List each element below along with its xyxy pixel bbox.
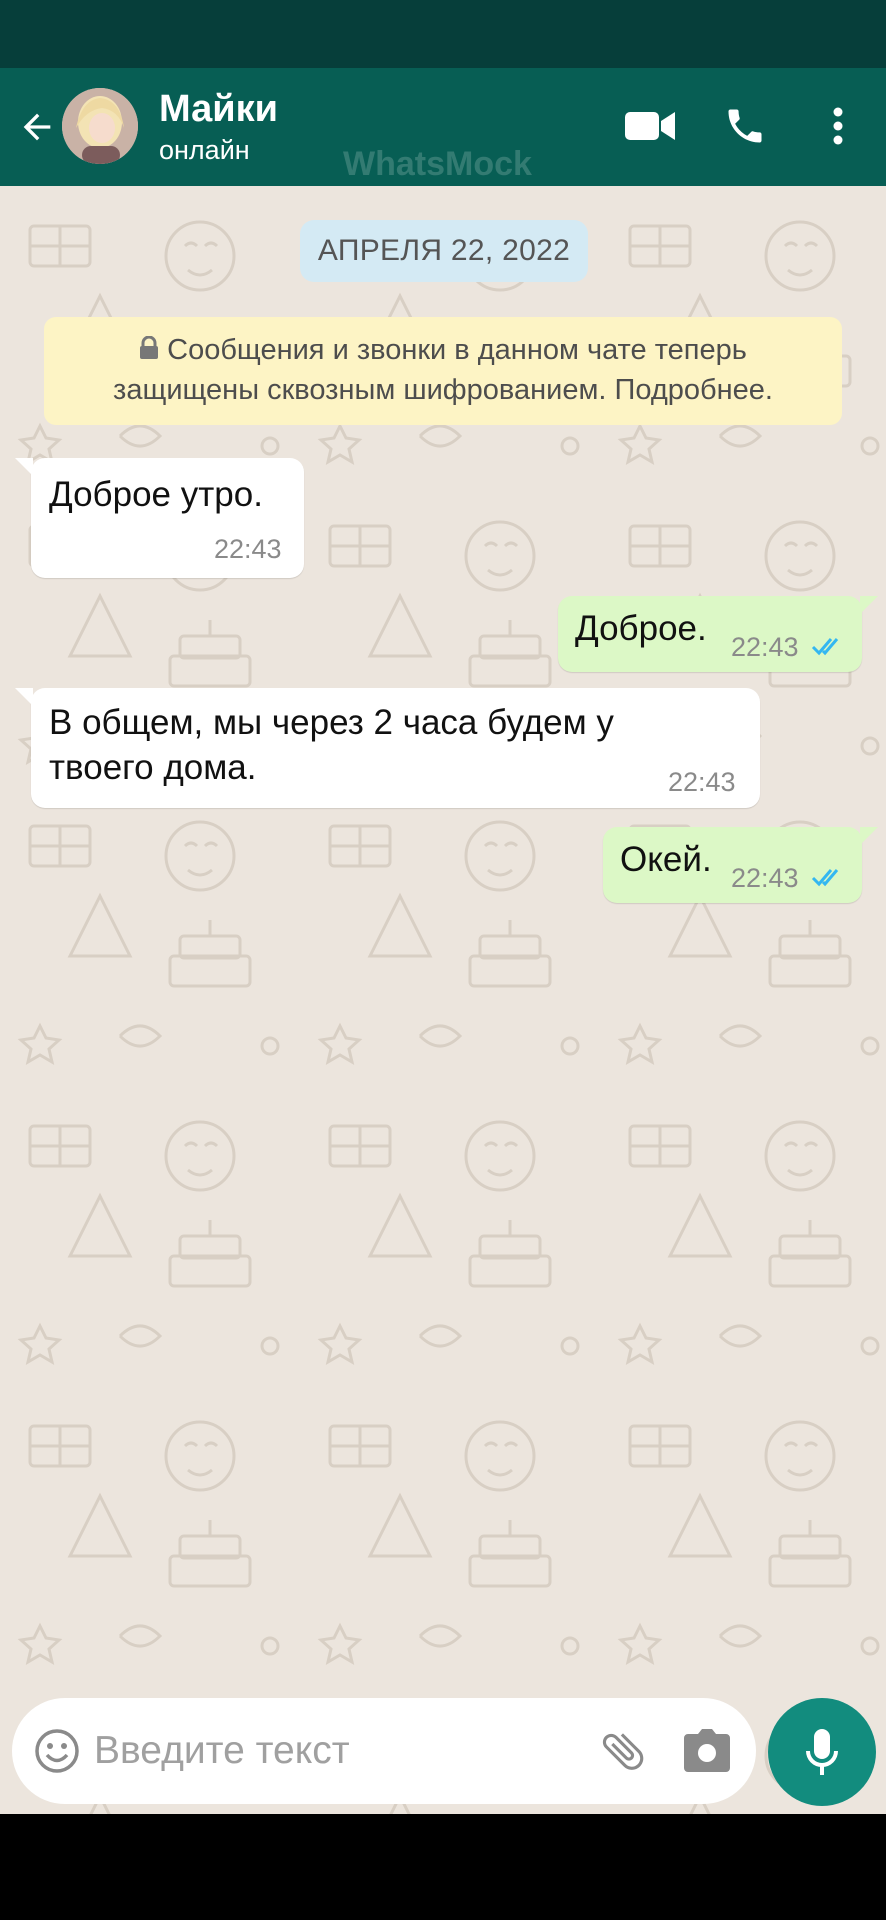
message-line: В общем, мы через 2 часа будем у: [49, 703, 614, 742]
wallpaper-pattern: [0, 186, 886, 1814]
message-text: Доброе утро.: [49, 475, 263, 514]
read-ticks-icon: [811, 869, 839, 887]
message-line: твоего дома.: [49, 748, 257, 787]
message-bubble-incoming[interactable]: Доброе утро. 22:43: [15, 458, 304, 578]
contact-name[interactable]: Майки: [159, 88, 278, 131]
message-composer: [12, 1698, 756, 1804]
attach-icon[interactable]: [598, 1726, 648, 1776]
watermark: WhatsMock: [343, 145, 532, 183]
encryption-notice-line2: защищены сквозным шифрованием. Подробнее…: [113, 374, 773, 406]
emoji-icon[interactable]: [34, 1728, 80, 1774]
phone-icon: [728, 109, 762, 143]
camera-icon[interactable]: [684, 1728, 730, 1772]
message-text: Доброе.: [575, 609, 707, 648]
message-text: В общем, мы через 2 часа будем у твоего …: [49, 700, 614, 790]
more-vert-icon: [833, 107, 843, 145]
voice-message-button[interactable]: [768, 1698, 876, 1806]
message-time: 22:43: [731, 632, 799, 662]
mic-icon: [806, 1729, 838, 1775]
message-text: Окей.: [620, 840, 712, 879]
video-call-button[interactable]: [622, 98, 678, 154]
system-nav-bar: [0, 1814, 886, 1920]
lock-icon: [140, 336, 159, 359]
chat-area[interactable]: АПРЕЛЯ 22, 2022 Сообщения и звонки в дан…: [0, 186, 886, 1814]
message-time: 22:43: [731, 863, 799, 893]
avatar[interactable]: [62, 88, 138, 164]
message-time: 22:43: [668, 767, 736, 797]
video-call-icon: [625, 112, 675, 140]
encryption-notice-line1: Сообщения и звонки в данном чате теперь: [167, 334, 747, 366]
back-arrow-icon: [23, 113, 51, 141]
voice-call-button[interactable]: [717, 98, 773, 154]
message-time: 22:43: [214, 534, 282, 564]
message-input[interactable]: [94, 1718, 494, 1784]
contact-status: онлайн: [159, 135, 250, 165]
read-ticks-icon: [811, 638, 839, 656]
more-options-button[interactable]: [810, 98, 866, 154]
back-button[interactable]: [14, 104, 60, 150]
message-bubble-outgoing[interactable]: Окей. 22:43: [603, 827, 878, 903]
message-bubble-incoming[interactable]: В общем, мы через 2 часа будем у твоего …: [15, 688, 760, 808]
status-bar: [0, 0, 886, 68]
date-chip: АПРЕЛЯ 22, 2022: [300, 220, 588, 282]
message-bubble-outgoing[interactable]: Доброе. 22:43: [558, 596, 878, 672]
encryption-notice[interactable]: Сообщения и звонки в данном чате теперь …: [44, 317, 842, 425]
